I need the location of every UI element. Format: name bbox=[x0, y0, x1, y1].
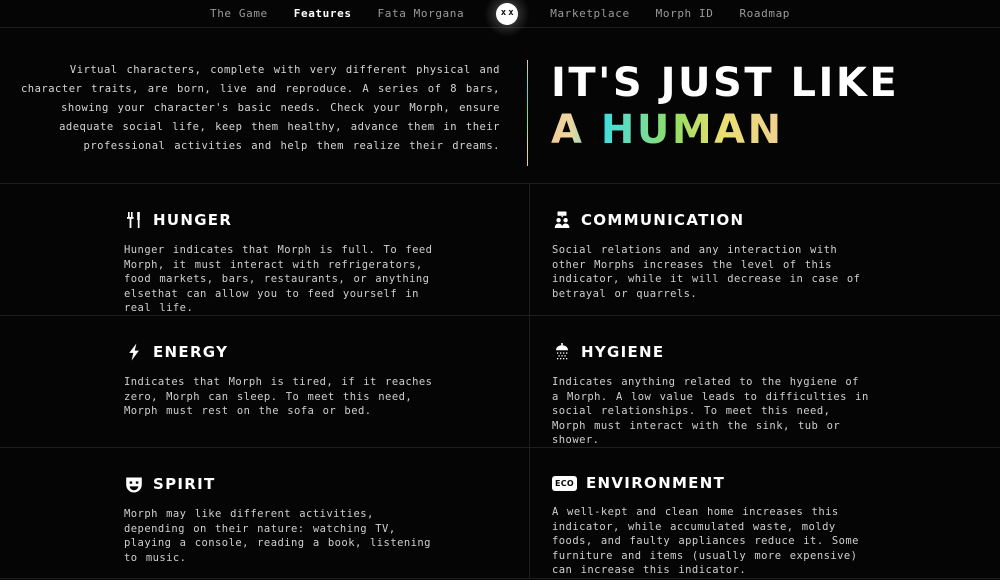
hero-gradient-divider bbox=[527, 60, 528, 166]
feature-card-environment: ECO ENVIRONMENT A well-kept and clean ho… bbox=[530, 448, 1000, 579]
feature-card-hygiene-title: HYGIENE bbox=[581, 343, 665, 361]
feature-card-energy-content: ENERGY Indicates that Morph is tired, if… bbox=[62, 342, 499, 419]
feature-card-environment-header: ECO ENVIRONMENT bbox=[552, 474, 940, 492]
feature-card-hygiene-header: HYGIENE bbox=[552, 342, 940, 362]
feature-card-spirit: SPIRIT Morph may like different activiti… bbox=[0, 448, 530, 579]
feature-card-hunger-title: HUNGER bbox=[153, 211, 233, 229]
feature-card-energy: ENERGY Indicates that Morph is tired, if… bbox=[0, 316, 530, 448]
eco-badge-icon: ECO bbox=[552, 475, 577, 491]
hero-description-column: Virtual characters, complete with very d… bbox=[0, 28, 527, 156]
hero-paragraph: Virtual characters, complete with very d… bbox=[20, 64, 500, 152]
feature-card-communication-body: Social relations and any interaction wit… bbox=[552, 244, 861, 300]
feature-card-spirit-content: SPIRIT Morph may like different activiti… bbox=[62, 474, 499, 565]
fork-knife-icon bbox=[124, 210, 144, 230]
feature-card-hygiene-body: Indicates anything related to the hygien… bbox=[552, 376, 869, 447]
feature-card-hygiene-content: HYGIENE Indicates anything related to th… bbox=[530, 342, 970, 447]
feature-card-environment-body: A well-kept and clean home increases thi… bbox=[552, 506, 859, 577]
top-navigation-bar: The Game Features Fata Morgana x x Marke… bbox=[0, 0, 1000, 37]
feature-card-spirit-body: Morph may like different activities, dep… bbox=[124, 508, 431, 564]
feature-card-communication: COMMUNICATION Social relations and any i… bbox=[530, 184, 1000, 316]
shower-icon bbox=[552, 342, 572, 362]
feature-card-energy-header: ENERGY bbox=[124, 342, 473, 362]
feature-card-communication-header: COMMUNICATION bbox=[552, 210, 940, 230]
morph-logo-icon[interactable]: x x bbox=[484, 0, 531, 37]
feature-card-hunger-header: HUNGER bbox=[124, 210, 473, 230]
logo-eye-right-icon: x bbox=[508, 8, 514, 18]
feature-card-energy-title: ENERGY bbox=[153, 343, 229, 361]
feature-card-spirit-header: SPIRIT bbox=[124, 474, 473, 494]
feature-card-spirit-title: SPIRIT bbox=[153, 475, 216, 493]
feature-card-environment-content: ECO ENVIRONMENT A well-kept and clean ho… bbox=[530, 474, 970, 578]
nav-item-the-game[interactable]: The Game bbox=[210, 7, 268, 20]
feature-card-communication-title: COMMUNICATION bbox=[581, 211, 745, 229]
hero-title-column: IT'S JUST LIKE A HUMAN bbox=[527, 28, 1000, 154]
features-grid: HUNGER Hunger indicates that Morph is fu… bbox=[0, 184, 1000, 579]
feature-card-hunger: HUNGER Hunger indicates that Morph is fu… bbox=[0, 184, 530, 316]
nav-item-fata-morgana[interactable]: Fata Morgana bbox=[378, 7, 465, 20]
hero-title-line-2: A HUMAN bbox=[551, 107, 784, 153]
hero-title-line-1: IT'S JUST LIKE bbox=[551, 60, 900, 106]
lightning-bolt-icon bbox=[124, 342, 144, 362]
nav-group-left: The Game Features Fata Morgana bbox=[210, 7, 464, 20]
theater-mask-icon bbox=[124, 474, 144, 494]
nav-item-features[interactable]: Features bbox=[294, 7, 352, 20]
nav-group-right: Marketplace Morph ID Roadmap bbox=[550, 7, 790, 20]
feature-card-energy-body: Indicates that Morph is tired, if it rea… bbox=[124, 376, 433, 418]
people-speech-icon bbox=[552, 210, 572, 230]
feature-card-hunger-content: HUNGER Hunger indicates that Morph is fu… bbox=[62, 210, 499, 315]
logo-eye-left-icon: x bbox=[500, 8, 507, 18]
nav-item-roadmap[interactable]: Roadmap bbox=[739, 7, 790, 20]
nav-item-morph-id[interactable]: Morph ID bbox=[656, 7, 714, 20]
nav-item-marketplace[interactable]: Marketplace bbox=[550, 7, 629, 20]
logo-face: x x bbox=[496, 2, 519, 25]
feature-card-communication-content: COMMUNICATION Social relations and any i… bbox=[530, 210, 970, 301]
feature-card-environment-title: ENVIRONMENT bbox=[586, 474, 726, 492]
feature-card-hunger-body: Hunger indicates that Morph is full. To … bbox=[124, 244, 433, 315]
hero-section: Virtual characters, complete with very d… bbox=[0, 28, 1000, 184]
feature-card-hygiene: HYGIENE Indicates anything related to th… bbox=[530, 316, 1000, 448]
